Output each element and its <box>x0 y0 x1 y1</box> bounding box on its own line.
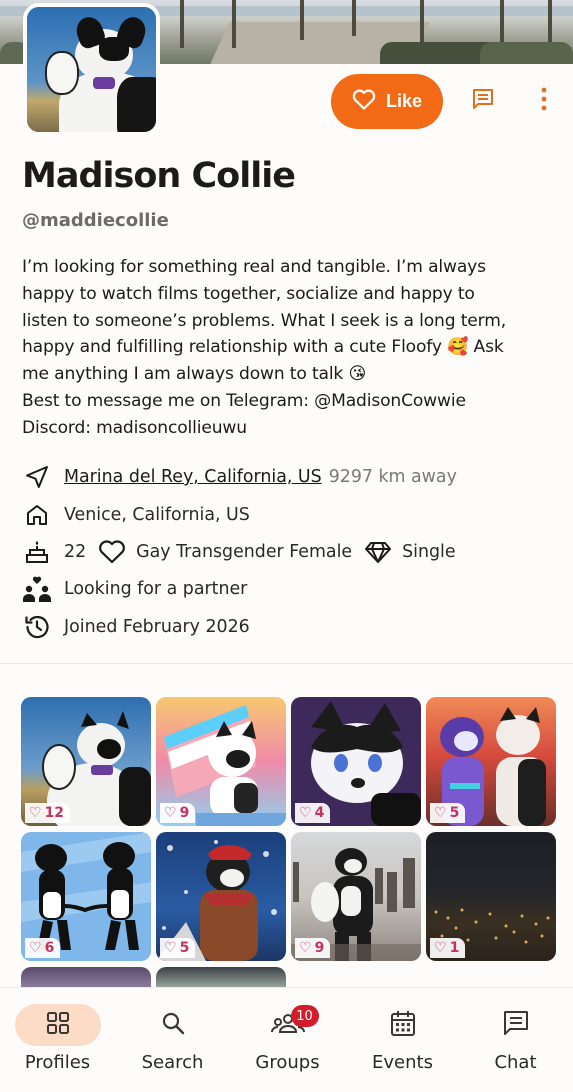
gallery-photo[interactable]: ♡ 1 <box>426 832 556 961</box>
gallery-photo[interactable]: ♡ 4 <box>291 697 421 826</box>
nav-label: Profiles <box>24 1052 91 1073</box>
cake-icon <box>22 537 52 567</box>
location-row: Marina del Rey, California, US 9297 km a… <box>22 462 562 492</box>
profile-handle: @maddiecollie <box>22 210 169 231</box>
relationship-status-text: Single <box>402 542 456 562</box>
heart-icon: ♡ <box>299 805 312 821</box>
nav-label: Chat <box>494 1052 537 1073</box>
like-count: ♡ 5 <box>430 803 466 823</box>
nav-pill-active <box>14 1004 101 1046</box>
gallery-photo[interactable]: ♡ 5 <box>156 832 286 961</box>
like-button[interactable]: Like <box>331 74 443 129</box>
groups-badge: 10 <box>290 1005 319 1027</box>
couple-icon <box>22 574 52 604</box>
heart-outline-icon <box>352 88 376 115</box>
like-button-label: Like <box>385 91 423 111</box>
looking-for-row: Looking for a partner <box>22 574 562 604</box>
like-count: ♡ 9 <box>160 803 196 823</box>
heart-icon: ♡ <box>434 805 447 821</box>
gallery-photo[interactable]: ♡ 9 <box>156 697 286 826</box>
nav-chat[interactable]: Chat <box>458 988 573 1092</box>
chat-icon <box>502 1009 530 1041</box>
search-icon <box>160 1010 186 1040</box>
gallery-photo[interactable]: ♡ 6 <box>21 832 151 961</box>
gallery-photo[interactable] <box>21 967 151 988</box>
avatar[interactable] <box>23 3 160 136</box>
calendar-icon <box>390 1009 416 1041</box>
heart-icon: ♡ <box>434 940 447 956</box>
like-count: ♡ 5 <box>160 938 196 958</box>
heart-icon: ♡ <box>29 805 42 821</box>
joined-text: Joined February 2026 <box>64 617 250 637</box>
heart-outline-icon <box>98 538 126 566</box>
age-text: 22 <box>64 542 87 562</box>
like-count: ♡ 6 <box>25 938 61 958</box>
looking-for-text: Looking for a partner <box>64 579 248 599</box>
more-button[interactable] <box>529 86 559 116</box>
like-count: ♡ 9 <box>295 938 331 958</box>
like-count: ♡ 12 <box>25 803 71 823</box>
grid-icon <box>45 1010 71 1040</box>
location-link[interactable]: Marina del Rey, California, US <box>64 467 322 487</box>
distance-text: 9297 km away <box>328 467 457 487</box>
gallery-photo[interactable]: ♡ 12 <box>21 697 151 826</box>
profile-name: Madison Collie <box>22 156 296 196</box>
more-vertical-icon <box>541 87 547 115</box>
history-icon <box>22 612 52 642</box>
joined-row: Joined February 2026 <box>22 612 562 642</box>
heart-icon: ♡ <box>299 940 312 956</box>
gallery-photo[interactable]: ♡ 5 <box>426 697 556 826</box>
nav-groups[interactable]: 10 Groups <box>230 988 345 1092</box>
heart-icon: ♡ <box>164 940 177 956</box>
navigation-arrow-icon <box>22 462 52 492</box>
nav-events[interactable]: Events <box>345 988 460 1092</box>
hometown-row: Venice, California, US <box>22 500 562 530</box>
nav-label: Search <box>141 1052 204 1073</box>
bottom-navigation: Profiles Search 10 Groups Events Chat <box>0 988 573 1092</box>
gallery-photo[interactable]: ♡ 9 <box>291 832 421 961</box>
nav-label: Events <box>372 1052 433 1073</box>
like-count: ♡ 1 <box>430 938 466 958</box>
home-icon <box>22 500 52 530</box>
heart-icon: ♡ <box>164 805 177 821</box>
like-count: ♡ 4 <box>295 803 331 823</box>
diamond-icon <box>364 538 392 566</box>
identity-text: Gay Transgender Female <box>136 542 353 562</box>
chat-icon <box>470 86 496 116</box>
heart-icon: ♡ <box>29 940 42 956</box>
message-button[interactable] <box>468 86 498 116</box>
gallery-photo[interactable] <box>156 967 286 988</box>
section-divider <box>0 663 573 664</box>
hometown-text: Venice, California, US <box>64 505 250 525</box>
nav-search[interactable]: Search <box>115 988 230 1092</box>
profile-bio: I’m looking for something real and tangi… <box>22 257 506 438</box>
nav-profiles[interactable]: Profiles <box>0 988 115 1092</box>
nav-label: Groups <box>255 1052 320 1073</box>
identity-row: 22 Gay Transgender Female Single <box>22 537 562 567</box>
